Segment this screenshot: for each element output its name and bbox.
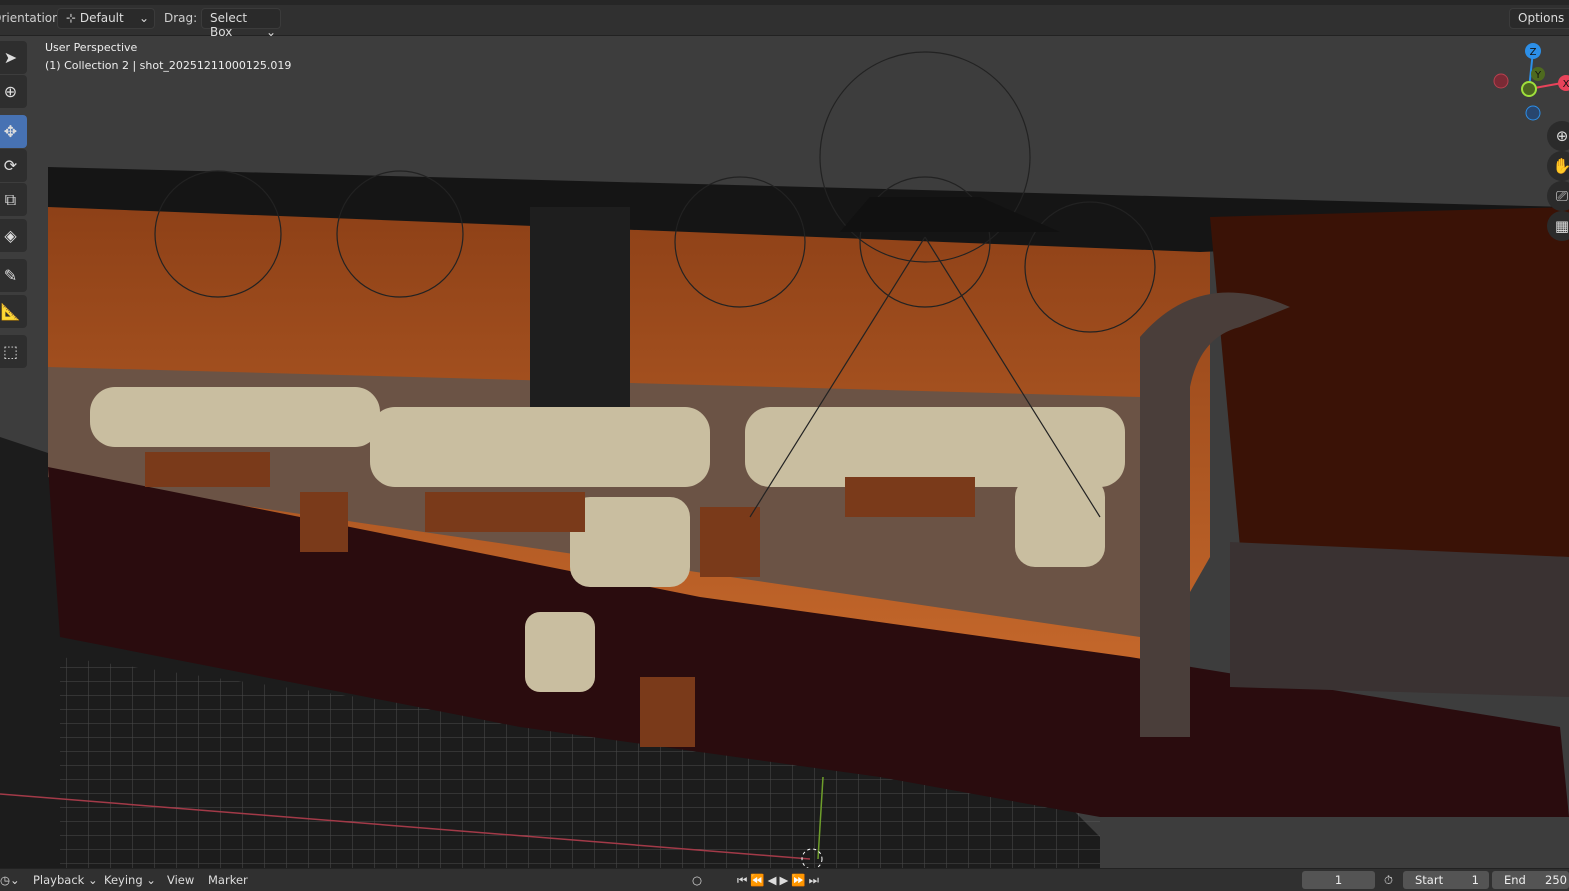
playback-menu[interactable]: Playback ⌄ — [33, 873, 98, 887]
options-dropdown[interactable]: Options — [1509, 8, 1569, 29]
marker-menu[interactable]: Marker — [208, 873, 248, 887]
header-strip — [0, 0, 1569, 5]
annotate-tool[interactable]: ✎ — [0, 259, 27, 292]
collection-info: (1) Collection 2 | shot_20251211000125.0… — [45, 59, 292, 72]
playback-label: Playback — [33, 873, 85, 887]
chevron-down-icon: ⌄ — [138, 11, 149, 25]
start-frame-field[interactable]: Start 1 — [1403, 871, 1489, 889]
end-label: End — [1504, 873, 1526, 887]
x-label: X — [1563, 79, 1569, 90]
drag-value: Select Box — [210, 11, 248, 39]
drag-label: Drag: — [164, 11, 198, 25]
stopwatch-icon[interactable]: ⏱ — [1384, 873, 1393, 888]
record-icon[interactable]: ○ — [692, 873, 702, 887]
scene-render — [0, 51, 1569, 868]
pan-hand-icon[interactable]: ✋ — [1547, 151, 1569, 181]
orientation-icon: ⊹ — [66, 11, 80, 25]
keying-label: Keying — [104, 873, 143, 887]
timeline-header: ◷⌄ Playback ⌄ Keying ⌄ View Marker ○ ⏮⏪◀… — [0, 868, 1569, 891]
playback-controls[interactable]: ⏮⏪◀▶⏩⏭ — [737, 873, 822, 888]
measure-tool[interactable]: 📐 — [0, 295, 27, 328]
perspective-grid-icon[interactable]: ▦ — [1547, 211, 1569, 241]
zoom-icon[interactable]: ⊕ — [1547, 121, 1569, 151]
cursor-tool[interactable]: ⊕ — [0, 75, 27, 108]
y-label: Y — [1534, 70, 1542, 81]
orientation-dropdown[interactable]: ⊹ Default ⌄ — [57, 8, 155, 29]
keying-menu[interactable]: Keying ⌄ — [104, 873, 156, 887]
neg-x-axis-icon — [1493, 73, 1509, 89]
orientation-value: Default — [79, 11, 124, 25]
navigation-gizmo[interactable]: Z Y X — [1490, 39, 1569, 129]
transform-tool[interactable]: ◈ — [0, 219, 27, 252]
tool-header: Orientation: ⊹ Default ⌄ Drag: Select Box… — [0, 0, 1569, 39]
view-menu[interactable]: View — [167, 873, 194, 887]
3d-viewport[interactable]: User Perspective (1) Collection 2 | shot… — [0, 37, 1569, 868]
z-label: Z — [1530, 47, 1537, 58]
end-value: 250 — [1545, 873, 1567, 887]
view-name: User Perspective — [45, 41, 138, 54]
orientation-label: Orientation: — [0, 11, 64, 25]
add-cube-tool[interactable]: ⬚ — [0, 335, 27, 368]
start-value: 1 — [1471, 873, 1479, 887]
rotate-tool[interactable]: ⟳ — [0, 149, 27, 182]
select-box-tool[interactable]: ➤ — [0, 41, 27, 74]
start-label: Start — [1415, 873, 1444, 887]
neg-y-axis-icon — [1521, 81, 1537, 97]
move-tool[interactable]: ✥ — [0, 115, 27, 148]
options-label: Options — [1518, 11, 1565, 25]
neg-z-axis-icon — [1525, 105, 1541, 121]
end-frame-field[interactable]: End 250 — [1492, 871, 1569, 889]
camera-icon[interactable]: ⎚ — [1547, 181, 1569, 211]
scale-tool[interactable]: ⧉ — [0, 183, 27, 216]
current-frame-field[interactable]: 1 — [1302, 871, 1375, 889]
drag-dropdown[interactable]: Select Box ⌄ — [201, 8, 281, 39]
editor-type-icon[interactable]: ◷⌄ — [0, 873, 20, 887]
